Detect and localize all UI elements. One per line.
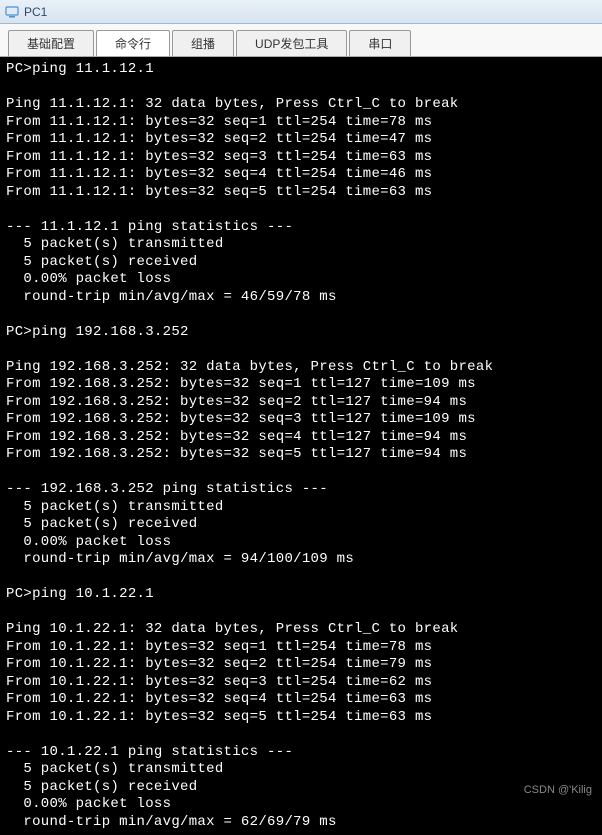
terminal-output[interactable]: PC>ping 11.1.12.1 Ping 11.1.12.1: 32 dat… (0, 57, 602, 835)
tab-command-line[interactable]: 命令行 (96, 30, 170, 56)
tab-basic-config[interactable]: 基础配置 (8, 30, 94, 56)
tabs-bar: 基础配置 命令行 组播 UDP发包工具 串口 (0, 24, 602, 57)
window-title: PC1 (24, 5, 47, 19)
pc-icon (4, 4, 20, 20)
tab-serial[interactable]: 串口 (349, 30, 411, 56)
title-bar: PC1 (0, 0, 602, 24)
tab-udp-tool[interactable]: UDP发包工具 (236, 30, 347, 56)
watermark: CSDN @'Kilig (524, 784, 592, 796)
tab-multicast[interactable]: 组播 (172, 30, 234, 56)
